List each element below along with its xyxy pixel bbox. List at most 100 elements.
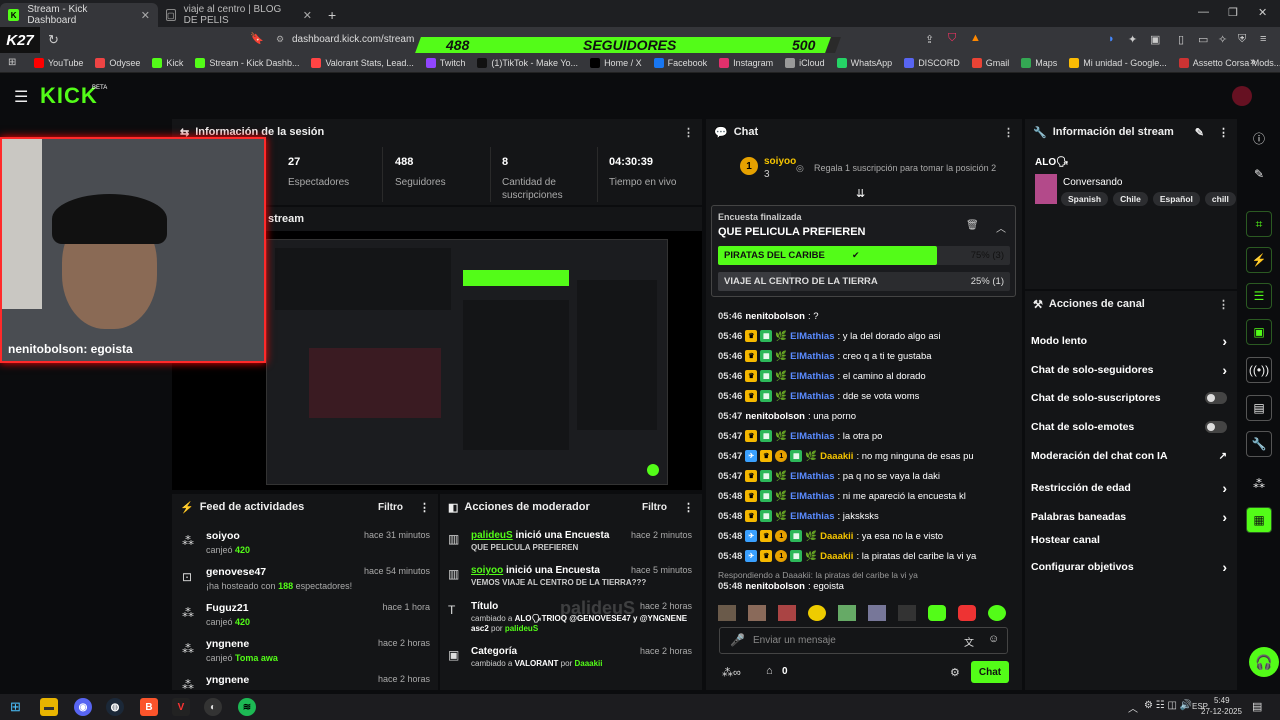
bookmark-item[interactable]: Twitch bbox=[425, 57, 465, 68]
kick-logo[interactable]: KICK bbox=[40, 83, 98, 109]
more-options-icon[interactable]: ⋮ bbox=[419, 501, 430, 514]
kick-points-icon[interactable]: ⁂ bbox=[1246, 471, 1272, 497]
emoji-icon[interactable]: ☺ bbox=[988, 633, 999, 645]
tab-manager-icon[interactable]: ▣ bbox=[1150, 33, 1160, 46]
more-options-icon[interactable]: ⋮ bbox=[683, 126, 694, 139]
new-tab-button[interactable]: + bbox=[320, 3, 344, 27]
emote[interactable] bbox=[778, 605, 796, 621]
note-icon[interactable]: ☰ bbox=[1246, 283, 1272, 309]
file-explorer-icon[interactable]: ▬ bbox=[40, 698, 58, 716]
feed-user[interactable]: genovese47 bbox=[206, 566, 266, 578]
browser-tab-kick[interactable]: K Stream - Kick Dashboard ✕ bbox=[0, 3, 158, 27]
bookmark-item[interactable]: Mi unidad - Google... bbox=[1069, 57, 1167, 68]
bookmark-item[interactable]: Assetto Corsa Mods... bbox=[1178, 57, 1280, 68]
emote[interactable] bbox=[748, 605, 766, 621]
vpn-icon[interactable]: ⛨ bbox=[1238, 33, 1246, 46]
channel-action-5[interactable]: Moderación del chat con IA ↗ bbox=[1031, 450, 1227, 462]
bookmark-icon[interactable]: 🔖 bbox=[250, 32, 264, 45]
bookmark-item[interactable]: (1)TikTok - Make Yo... bbox=[477, 57, 578, 68]
chat-username[interactable]: ElMathias bbox=[790, 431, 834, 442]
bookmark-item[interactable]: Odysee bbox=[95, 57, 140, 68]
clock-time[interactable]: 5:49 bbox=[1214, 696, 1230, 705]
toggle-switch[interactable] bbox=[1205, 421, 1227, 433]
emote[interactable] bbox=[958, 605, 976, 621]
store-icon[interactable]: ⌂ bbox=[766, 665, 773, 677]
channel-action-7[interactable]: Palabras baneadas › bbox=[1031, 509, 1227, 525]
bookmark-item[interactable]: YouTube bbox=[34, 57, 83, 68]
mod-user[interactable]: soiyoo bbox=[471, 565, 503, 576]
leo-icon[interactable]: ✧ bbox=[1218, 33, 1227, 46]
microphone-icon[interactable]: 🎤 bbox=[730, 633, 745, 647]
translate-icon[interactable]: 文 bbox=[964, 634, 974, 649]
channel-action-6[interactable]: Restricción de edad › bbox=[1031, 480, 1227, 496]
chat-username[interactable]: ElMathias bbox=[790, 371, 834, 382]
minimize-icon[interactable]: — bbox=[1198, 6, 1209, 18]
clapper-icon[interactable]: ▦ bbox=[1246, 507, 1272, 533]
filter-button[interactable]: Filtro bbox=[642, 502, 667, 513]
brave-rewards-icon[interactable]: ▲ bbox=[970, 32, 981, 44]
delete-poll-icon[interactable]: 🗑 bbox=[966, 220, 979, 231]
mod-user[interactable]: palideuS bbox=[471, 530, 513, 541]
tray-chevron-icon[interactable]: ︿ bbox=[1128, 700, 1138, 715]
channel-action-3[interactable]: Chat de solo-suscriptores bbox=[1031, 392, 1227, 404]
hamburger-menu-icon[interactable]: ☰ bbox=[14, 87, 28, 107]
chat-username[interactable]: Daaakii bbox=[820, 551, 853, 562]
chat-username[interactable]: nenitobolson bbox=[745, 411, 805, 422]
edit-icon[interactable]: ✎ bbox=[1195, 126, 1204, 139]
channel-action-8[interactable]: Hostear canal bbox=[1031, 534, 1227, 546]
bookmark-item[interactable]: Home / X bbox=[590, 57, 642, 68]
chat-username[interactable]: ElMathias bbox=[790, 491, 834, 502]
bookmark-item[interactable]: Stream - Kick Dashb... bbox=[195, 57, 299, 68]
scroll-down-icon[interactable]: ⇊ bbox=[856, 187, 865, 200]
chat-username[interactable]: ElMathias bbox=[790, 391, 834, 402]
channel-action-2[interactable]: Chat de solo-seguidores › bbox=[1031, 362, 1227, 378]
bookmark-item[interactable]: Kick bbox=[152, 57, 183, 68]
filter-button[interactable]: Filtro bbox=[378, 502, 403, 513]
gift-leader-name[interactable]: soiyoo bbox=[764, 156, 796, 167]
extensions-icon[interactable]: ✦ bbox=[1128, 33, 1137, 46]
wrench-icon[interactable]: 🔧 bbox=[1246, 431, 1272, 457]
spotify-icon[interactable]: ≋ bbox=[238, 698, 256, 716]
wallet-icon[interactable]: ▭ bbox=[1198, 33, 1208, 46]
channel-action-9[interactable]: Configurar objetivos › bbox=[1031, 559, 1227, 575]
brave-icon[interactable]: B bbox=[140, 698, 158, 716]
feed-user[interactable]: soiyoo bbox=[206, 530, 240, 542]
close-tab-icon[interactable]: ✕ bbox=[141, 9, 150, 22]
chat-settings-icon[interactable]: ⚙ bbox=[950, 666, 960, 679]
bookmark-item[interactable]: Instagram bbox=[719, 57, 773, 68]
notifications-icon[interactable]: ▤ bbox=[1252, 700, 1262, 713]
stream-video[interactable] bbox=[266, 239, 668, 485]
clip-icon[interactable]: ⌗ bbox=[1246, 211, 1272, 237]
send-chat-button[interactable]: Chat bbox=[971, 661, 1009, 683]
site-info-icon[interactable]: ⚙ bbox=[276, 34, 284, 45]
maximize-icon[interactable]: ❐ bbox=[1228, 6, 1238, 19]
bookmark-item[interactable]: iCloud bbox=[785, 57, 825, 68]
feed-user[interactable]: Fuguz21 bbox=[206, 602, 249, 614]
close-tab-icon[interactable]: ✕ bbox=[303, 9, 312, 22]
apps-grid-icon[interactable]: ⊞ bbox=[8, 57, 16, 68]
tray-icons[interactable]: ⚙ ☷ ◫ 🔊 bbox=[1144, 700, 1192, 711]
emote[interactable] bbox=[898, 605, 916, 621]
chat-username[interactable]: ElMathias bbox=[790, 511, 834, 522]
avatar[interactable] bbox=[1232, 86, 1252, 106]
chat-input[interactable]: 🎤 Enviar un mensaje 文 ☺ bbox=[719, 627, 1008, 654]
url-text[interactable]: dashboard.kick.com/stream bbox=[292, 34, 414, 45]
steam-icon[interactable]: ◍ bbox=[106, 698, 124, 716]
chat-username[interactable]: Daaakii bbox=[820, 451, 853, 462]
more-bookmarks-icon[interactable]: » bbox=[1250, 56, 1256, 68]
close-window-icon[interactable]: ✕ bbox=[1258, 6, 1267, 19]
kick-points-icon[interactable]: ⁂∞ bbox=[722, 666, 741, 679]
chat-username[interactable]: ElMathias bbox=[790, 471, 834, 482]
bookmark-item[interactable]: Gmail bbox=[971, 57, 1009, 68]
more-options-icon[interactable]: ⋮ bbox=[1003, 126, 1014, 139]
chat-bubble-icon[interactable]: ▣ bbox=[1246, 319, 1272, 345]
reload-icon[interactable]: ↻ bbox=[48, 32, 59, 48]
broadcast-icon[interactable]: ((•)) bbox=[1246, 357, 1272, 383]
bookmark-item[interactable]: Facebook bbox=[653, 57, 707, 68]
collapse-poll-icon[interactable]: ︿ bbox=[996, 220, 1006, 235]
clock-date[interactable]: 27-12-2025 bbox=[1201, 707, 1242, 716]
emote[interactable] bbox=[838, 605, 856, 621]
info-icon[interactable]: ⓘ bbox=[1246, 125, 1272, 151]
windows-start-icon[interactable]: ⊞ bbox=[10, 699, 21, 715]
channel-action-4[interactable]: Chat de solo-emotes bbox=[1031, 421, 1227, 433]
